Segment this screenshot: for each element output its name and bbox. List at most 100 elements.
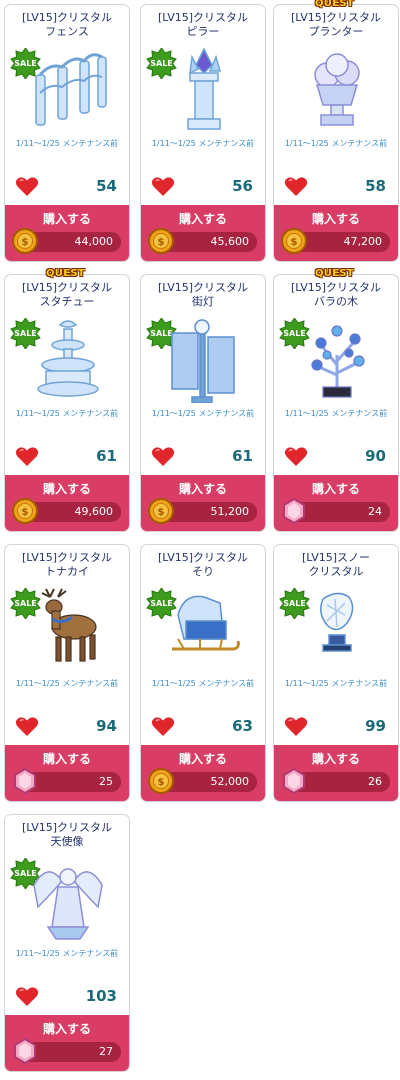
buy-button[interactable]: 購入する $ 44,000	[5, 205, 129, 261]
heart-icon[interactable]	[151, 176, 175, 197]
like-count: 54	[96, 177, 117, 195]
shop-item-card[interactable]: [LV15]クリスタル フェンス SALE 1/11～1/25 メンテナンス前 …	[4, 4, 130, 262]
heart-icon[interactable]	[284, 176, 308, 197]
item-title-line1: [LV15]クリスタル	[21, 11, 113, 24]
shop-item-card[interactable]: [LV15]クリスタル 街灯 SALE 1/11～1/25 メンテナンス前 61	[140, 274, 266, 532]
coin-icon: $	[281, 228, 307, 254]
shop-item-card[interactable]: [LV15]スノー クリスタル SALE 1/11～1/25 メンテナンス前 9…	[273, 544, 399, 802]
price-value: 27	[99, 1045, 113, 1058]
item-title: [LV15]スノー クリスタル	[278, 551, 394, 579]
price-value: 24	[368, 505, 382, 518]
fence-item-image	[35, 53, 107, 126]
like-row: 58	[284, 175, 386, 199]
price-pill: $ 49,600	[12, 498, 121, 524]
buy-button[interactable]: 購入する $ 45,600	[141, 205, 265, 261]
sale-period-text: 1/11～1/25 メンテナンス前	[284, 409, 388, 418]
like-row: 56	[151, 175, 253, 199]
item-title-line1: [LV15]クリスタル	[21, 821, 113, 834]
item-title-line2: ピラー	[186, 25, 220, 38]
sleigh-item-image	[172, 595, 240, 651]
price-value: 25	[99, 775, 113, 788]
item-title: [LV15]クリスタル プランター	[278, 11, 394, 39]
item-title: [LV15]クリスタル 街灯	[145, 281, 261, 309]
buy-button[interactable]: 購入する 24	[274, 475, 398, 531]
coin-icon: $	[12, 228, 38, 254]
price-value: 47,200	[343, 235, 383, 248]
like-row: 99	[284, 715, 386, 739]
item-title: [LV15]クリスタル フェンス	[9, 11, 125, 39]
heart-icon[interactable]	[151, 446, 175, 467]
heart-icon[interactable]	[15, 446, 39, 467]
price-pill: $ 44,000	[12, 228, 121, 254]
shop-item-card[interactable]: [LV15]クリスタル ピラー SALE 1/11～1/25 メンテナンス前 5…	[140, 4, 266, 262]
shop-item-card[interactable]: [LV15]クリスタル バラの木 SALE 1/11～1/25 メンテナンス前 …	[273, 274, 399, 532]
shop-item-card[interactable]: [LV15]クリスタル 天使像 SALE 1/11～1/25 メンテナンス前 1…	[4, 814, 130, 1072]
item-title-line1: [LV15]クリスタル	[290, 11, 382, 24]
item-title-line2: スタチュー	[39, 295, 95, 308]
svg-text:$: $	[158, 777, 165, 788]
svg-text:$: $	[291, 237, 298, 248]
buy-button-label: 購入する	[42, 1022, 91, 1036]
price-pill: $ 52,000	[148, 768, 257, 794]
sale-period-text: 1/11～1/25 メンテナンス前	[284, 139, 388, 148]
item-title-line1: [LV15]スノー	[301, 551, 371, 564]
heart-icon[interactable]	[15, 716, 39, 737]
buy-button-label: 購入する	[178, 752, 227, 766]
item-title-line2: プランター	[308, 25, 364, 38]
heart-icon[interactable]	[151, 716, 175, 737]
buy-button[interactable]: 購入する 25	[5, 745, 129, 801]
sale-period-text: 1/11～1/25 メンテナンス前	[15, 139, 119, 148]
price-value: 44,000	[74, 235, 114, 248]
like-row: 61	[15, 445, 117, 469]
buy-button[interactable]: 購入する $ 49,600	[5, 475, 129, 531]
shop-item-card[interactable]: [LV15]クリスタル トナカイ SALE 1/11～1/25 メンテナンス前 …	[4, 544, 130, 802]
heart-icon[interactable]	[15, 176, 39, 197]
buy-button[interactable]: 購入する 26	[274, 745, 398, 801]
quest-badge: QUEST	[315, 268, 354, 279]
like-count: 63	[232, 717, 253, 735]
like-row: 54	[15, 175, 117, 199]
quest-badge: QUEST	[315, 0, 354, 9]
crystal-shop-page: { "period_text": "1/11～1/25 メンテナンス前", "b…	[0, 0, 400, 1080]
svg-text:$: $	[158, 507, 165, 518]
svg-text:$: $	[158, 237, 165, 248]
quest-badge: QUEST	[46, 268, 85, 279]
buy-button-label: 購入する	[311, 212, 360, 226]
like-count: 103	[85, 987, 117, 1005]
shop-item-card[interactable]: [LV15]クリスタル スタチュー SALE 1/11～1/25 メンテナンス前…	[4, 274, 130, 532]
heart-icon[interactable]	[284, 446, 308, 467]
sale-period-text: 1/11～1/25 メンテナンス前	[15, 679, 119, 688]
coin-icon: $	[148, 768, 174, 794]
item-title: [LV15]クリスタル スタチュー	[9, 281, 125, 309]
shop-item-card[interactable]: [LV15]クリスタル そり SALE 1/11～1/25 メンテナンス前 63…	[140, 544, 266, 802]
item-title-line1: [LV15]クリスタル	[157, 281, 249, 294]
sale-period-text: 1/11～1/25 メンテナンス前	[15, 409, 119, 418]
price-value: 51,200	[210, 505, 250, 518]
buy-button[interactable]: 購入する $ 52,000	[141, 745, 265, 801]
buy-button-label: 購入する	[311, 752, 360, 766]
item-title: [LV15]クリスタル 天使像	[9, 821, 125, 849]
item-title-line2: トナカイ	[45, 565, 89, 578]
heart-icon[interactable]	[284, 716, 308, 737]
buy-button[interactable]: 購入する $ 47,200	[274, 205, 398, 261]
item-title: [LV15]クリスタル そり	[145, 551, 261, 579]
item-title: [LV15]クリスタル バラの木	[278, 281, 394, 309]
like-row: 103	[15, 985, 117, 1009]
item-title-line2: フェンス	[45, 25, 89, 38]
like-count: 99	[365, 717, 386, 735]
like-row: 61	[151, 445, 253, 469]
buy-button-label: 購入する	[311, 482, 360, 496]
fountain-item-image	[37, 320, 99, 397]
item-title-line2: 天使像	[50, 835, 84, 848]
rosetree-item-image	[311, 325, 365, 398]
gem-icon	[14, 1037, 36, 1065]
price-pill: 24	[283, 497, 390, 525]
heart-icon[interactable]	[15, 986, 39, 1007]
price-pill: $ 45,600	[148, 228, 257, 254]
like-count: 61	[96, 447, 117, 465]
buy-button[interactable]: 購入する $ 51,200	[141, 475, 265, 531]
item-title: [LV15]クリスタル トナカイ	[9, 551, 125, 579]
shop-item-card[interactable]: [LV15]クリスタル プランター 1/11～1/25 メンテナンス前 58 購…	[273, 4, 399, 262]
buy-button[interactable]: 購入する 27	[5, 1015, 129, 1071]
item-title-line2: そり	[192, 565, 214, 578]
